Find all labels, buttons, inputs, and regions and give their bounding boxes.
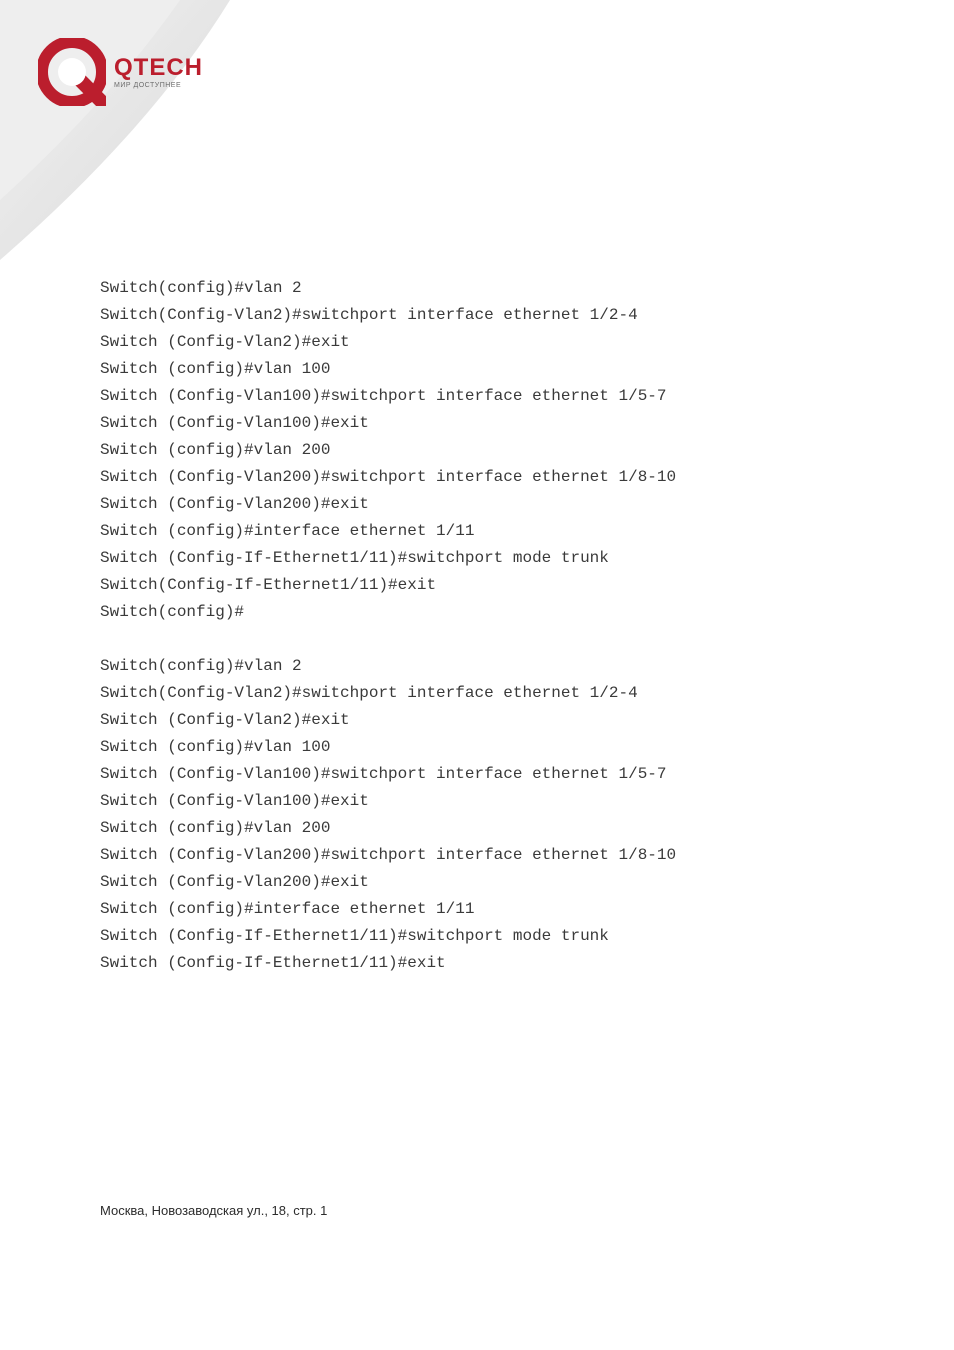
- logo-mark-icon: [38, 38, 106, 106]
- logo-text: QTECH МИР ДОСТУПНЕЕ: [114, 56, 203, 89]
- code-block-2: Switch(config)#vlan 2 Switch(Config-Vlan…: [100, 653, 894, 977]
- logo-wordmark: QTECH: [114, 56, 203, 80]
- page-content: Switch(config)#vlan 2 Switch(Config-Vlan…: [100, 275, 894, 977]
- footer-address: Москва, Новозаводская ул., 18, стр. 1: [100, 1203, 327, 1218]
- brand-logo: QTECH МИР ДОСТУПНЕЕ: [38, 38, 203, 106]
- logo-tagline: МИР ДОСТУПНЕЕ: [114, 82, 203, 89]
- code-block-1: Switch(config)#vlan 2 Switch(Config-Vlan…: [100, 275, 894, 626]
